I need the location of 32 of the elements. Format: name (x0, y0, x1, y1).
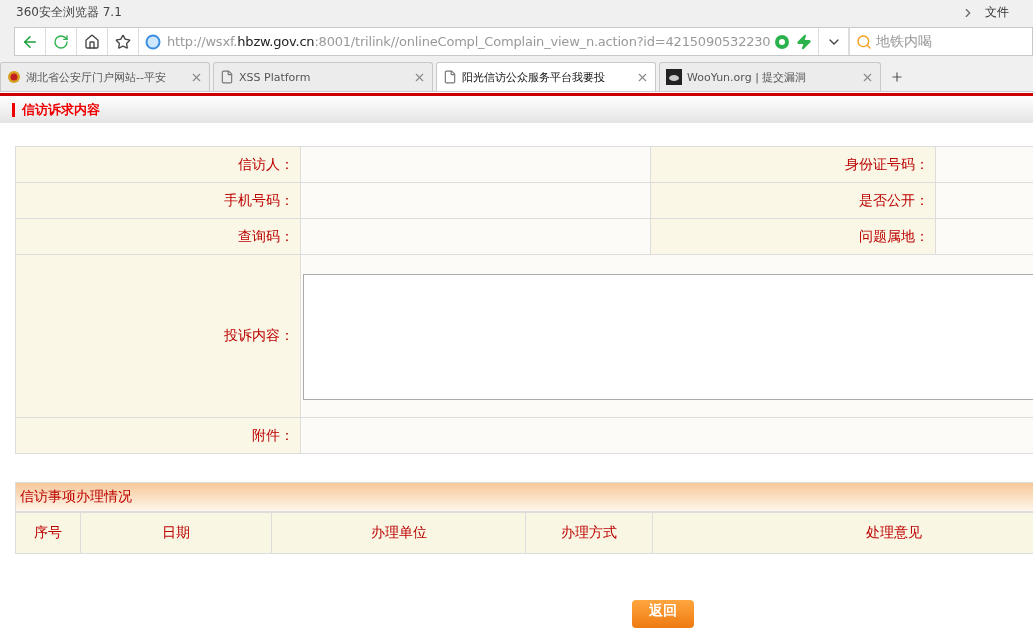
page-icon (220, 70, 234, 85)
search-icon[interactable] (856, 33, 873, 50)
field-label: 查询码： (16, 219, 301, 256)
field-label: 身份证号码： (651, 147, 936, 184)
cloud-icon (666, 69, 682, 86)
column-header: 办理单位 (272, 513, 526, 554)
browser-tab[interactable]: WooYun.org | 提交漏洞 (659, 62, 881, 92)
browser-tab[interactable]: 阳光信访公众服务平台我要投 (436, 62, 656, 92)
field-label: 信访人： (16, 147, 301, 184)
star-icon[interactable] (115, 33, 131, 50)
reload-icon[interactable] (53, 33, 69, 50)
field-label: 投诉内容： (16, 255, 301, 419)
column-header: 处理意见 (653, 513, 1033, 554)
page-icon (443, 70, 457, 85)
field-label: 附件： (16, 418, 301, 455)
home-icon[interactable] (84, 33, 100, 50)
column-header: 序号 (16, 513, 81, 554)
browser-tab[interactable]: XSS Platform (213, 62, 433, 92)
column-header: 办理方式 (526, 513, 653, 554)
lightning-icon[interactable] (796, 33, 813, 50)
field-label: 手机号码： (16, 183, 301, 220)
window-title: 360安全浏览器 7.1 (16, 4, 123, 22)
browser-tab[interactable]: 湖北省公安厅门户网站--平安 (0, 62, 210, 92)
menu-item[interactable]: 文件 (985, 4, 1009, 22)
emblem-icon (7, 70, 21, 85)
field-label: 是否公开： (651, 183, 936, 220)
globe-icon (145, 33, 161, 50)
url-field[interactable]: http://wsxf.hbzw.gov.cn:8001/trilink//onlineCompl_Complain_view_n.action?id=4215090532230 (167, 34, 771, 50)
section-title: 信访诉求内容 (12, 102, 100, 117)
section-title: 信访事项办理情况 (20, 488, 132, 507)
column-header: 日期 (81, 513, 272, 554)
field-label: 问题属地： (651, 219, 936, 256)
